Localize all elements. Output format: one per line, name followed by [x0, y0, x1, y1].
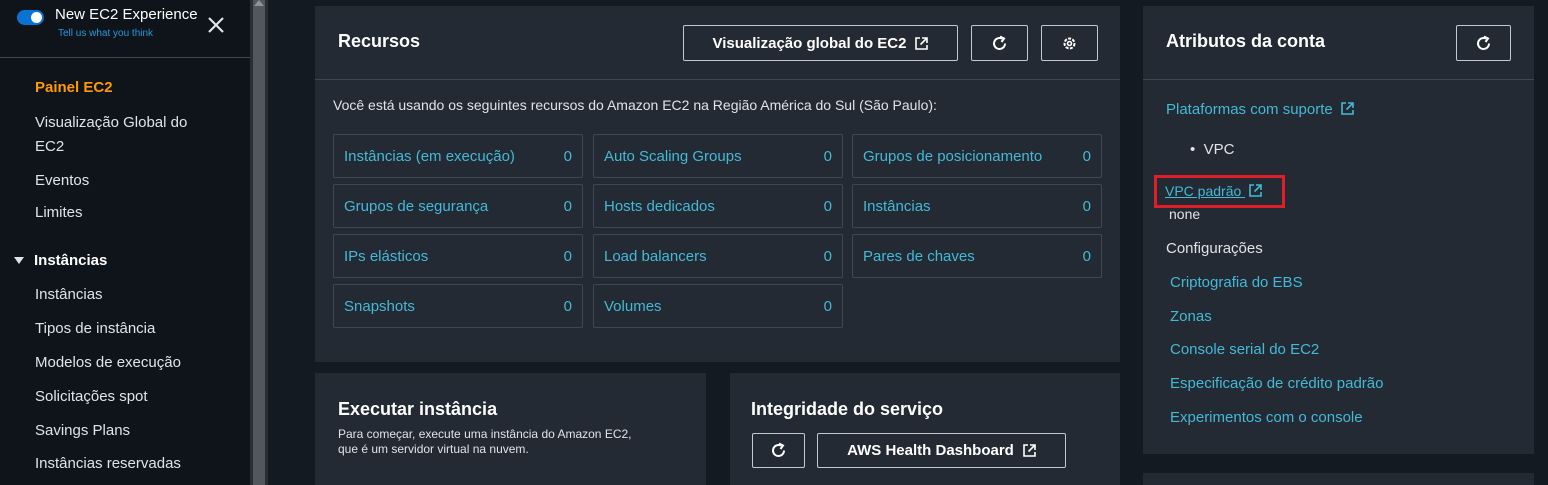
- resource-count: 0: [563, 148, 572, 165]
- resource-label: Auto Scaling Groups: [604, 148, 742, 165]
- external-link-icon: [1341, 102, 1354, 115]
- resource-tile-dedicated-hosts[interactable]: Hosts dedicados 0: [593, 184, 843, 228]
- experience-toggle-bar: New EC2 Experience Tell us what you thin…: [0, 0, 250, 58]
- service-health-panel: [730, 373, 1120, 485]
- launch-instance-title: Executar instância: [338, 399, 498, 419]
- sidebar-item-savings-plans[interactable]: Savings Plans: [35, 422, 130, 439]
- default-vpc-link[interactable]: VPC padrão: [1165, 183, 1262, 199]
- new-experience-toggle[interactable]: [17, 10, 44, 25]
- scroll-up-arrow-icon[interactable]: [254, 0, 264, 6]
- sidebar-item-ec2-dashboard[interactable]: Painel EC2: [35, 79, 113, 96]
- platform-value: VPC: [1203, 141, 1235, 158]
- gear-icon: [1063, 37, 1076, 49]
- account-attributes-title: Atributos da conta: [1166, 31, 1326, 51]
- resource-count: 0: [823, 148, 832, 165]
- experience-title: New EC2 Experience: [55, 6, 198, 23]
- default-credit-spec-link[interactable]: Especificação de crédito padrão: [1170, 375, 1383, 392]
- resource-count: 0: [823, 248, 832, 265]
- resource-label: Hosts dedicados: [604, 198, 715, 215]
- supported-platforms-link[interactable]: Plataformas com suporte: [1166, 101, 1354, 118]
- resource-tile-elastic-ips[interactable]: IPs elásticos 0: [333, 234, 583, 278]
- resource-tile-key-pairs[interactable]: Pares de chaves 0: [852, 234, 1102, 278]
- sidebar-item-spot-requests[interactable]: Solicitações spot: [35, 388, 148, 405]
- service-health-title: Integridade do serviço: [751, 399, 944, 419]
- resource-tile-snapshots[interactable]: Snapshots 0: [333, 284, 583, 328]
- global-view-button[interactable]: Visualização global do EC2: [683, 25, 958, 61]
- resource-count: 0: [823, 198, 832, 215]
- divider: [315, 79, 1120, 80]
- launch-instance-description-line1: Para começar, execute uma instância do A…: [338, 427, 632, 441]
- resource-label: Snapshots: [344, 298, 415, 315]
- launch-instance-description-line2: que é um servidor virtual na nuvem.: [338, 442, 529, 456]
- resource-label: Grupos de posicionamento: [863, 148, 1043, 165]
- supported-platforms-label: Plataformas com suporte: [1166, 101, 1333, 118]
- sidebar-item-instance-types[interactable]: Tipos de instância: [35, 320, 155, 337]
- default-vpc-value: none: [1169, 206, 1201, 222]
- sidebar-section-label: Instâncias: [34, 252, 108, 269]
- toggle-knob: [31, 12, 42, 23]
- aws-health-dashboard-button[interactable]: AWS Health Dashboard: [817, 433, 1066, 468]
- feedback-link[interactable]: Tell us what you think: [58, 28, 153, 39]
- refresh-icon: [1477, 35, 1490, 50]
- zones-link[interactable]: Zonas: [1170, 308, 1212, 325]
- sidebar-item-global-view-line2[interactable]: EC2: [35, 138, 64, 155]
- resource-count: 0: [1082, 248, 1091, 265]
- resource-tile-load-balancers[interactable]: Load balancers 0: [593, 234, 843, 278]
- platform-list-item: • VPC: [1190, 141, 1235, 158]
- scrollbar-thumb[interactable]: [253, 0, 265, 485]
- sidebar-scrollbar[interactable]: [250, 0, 268, 485]
- resource-tile-auto-scaling-groups[interactable]: Auto Scaling Groups 0: [593, 134, 843, 178]
- caret-down-icon: [14, 257, 24, 264]
- sidebar-item-reserved-instances[interactable]: Instâncias reservadas: [35, 455, 181, 472]
- resource-count: 0: [563, 198, 572, 215]
- refresh-resources-button[interactable]: [971, 25, 1028, 61]
- ebs-encryption-link[interactable]: Criptografia do EBS: [1170, 274, 1303, 291]
- resource-count: 0: [563, 298, 572, 315]
- refresh-icon: [772, 442, 785, 457]
- resource-label: Pares de chaves: [863, 248, 975, 265]
- sidebar-item-instances[interactable]: Instâncias: [35, 286, 103, 303]
- ec2-serial-console-link[interactable]: Console serial do EC2: [1170, 341, 1319, 358]
- refresh-account-button[interactable]: [1456, 25, 1511, 61]
- resource-label: IPs elásticos: [344, 248, 429, 265]
- resource-tile-security-groups[interactable]: Grupos de segurança 0: [333, 184, 583, 228]
- sidebar: New EC2 Experience Tell us what you thin…: [0, 0, 250, 485]
- external-link-icon: [915, 36, 929, 50]
- sidebar-item-global-view[interactable]: Visualização Global do: [35, 114, 187, 131]
- refresh-icon: [993, 35, 1006, 50]
- external-link-icon: [1023, 444, 1036, 457]
- divider: [1143, 79, 1534, 80]
- settings-button[interactable]: [1041, 25, 1098, 61]
- external-link-icon: [1249, 184, 1262, 197]
- sidebar-item-launch-templates[interactable]: Modelos de execução: [35, 354, 181, 371]
- sidebar-item-events[interactable]: Eventos: [35, 172, 89, 189]
- sidebar-section-instances[interactable]: Instâncias: [14, 252, 107, 269]
- resource-tile-running-instances[interactable]: Instâncias (em execução) 0: [333, 134, 583, 178]
- resource-label: Instâncias (em execução): [344, 148, 515, 165]
- sidebar-item-limits[interactable]: Limites: [35, 204, 83, 221]
- default-vpc-label: VPC padrão: [1165, 183, 1242, 199]
- resource-tile-instances[interactable]: Instâncias 0: [852, 184, 1102, 228]
- console-experiments-link[interactable]: Experimentos com o console: [1170, 409, 1363, 426]
- settings-heading: Configurações: [1166, 240, 1263, 257]
- resource-label: Grupos de segurança: [344, 198, 489, 215]
- close-icon[interactable]: [206, 12, 226, 38]
- resource-tile-placement-groups[interactable]: Grupos de posicionamento 0: [852, 134, 1102, 178]
- resource-count: 0: [563, 248, 572, 265]
- resource-label: Load balancers: [604, 248, 707, 265]
- aws-health-dashboard-label: AWS Health Dashboard: [847, 442, 1014, 459]
- resource-count: 0: [823, 298, 832, 315]
- resource-count: 0: [1082, 198, 1091, 215]
- resource-label: Instâncias: [863, 198, 931, 215]
- resources-title: Recursos: [338, 31, 421, 51]
- next-panel: [1143, 473, 1534, 485]
- refresh-health-button[interactable]: [752, 433, 805, 468]
- global-view-button-label: Visualização global do EC2: [712, 34, 907, 52]
- resource-count: 0: [1082, 148, 1091, 165]
- resources-intro-text: Você está usando os seguintes recursos d…: [333, 97, 937, 113]
- resource-tile-volumes[interactable]: Volumes 0: [593, 284, 843, 328]
- resource-label: Volumes: [604, 298, 662, 315]
